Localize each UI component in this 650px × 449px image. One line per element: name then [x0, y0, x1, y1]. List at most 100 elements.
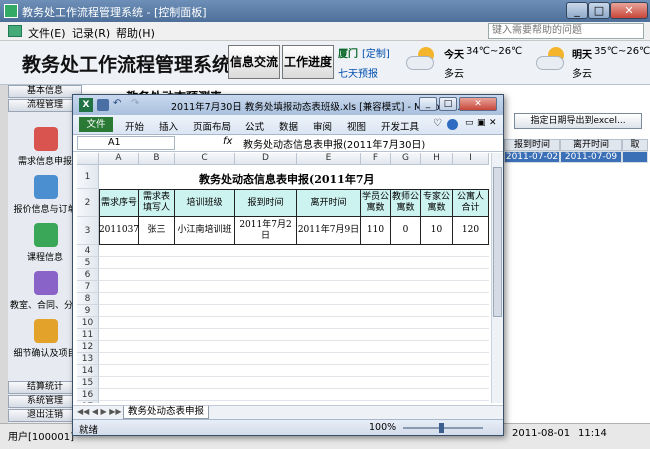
nav-group-basic-info[interactable]: 基本信息 — [8, 85, 82, 98]
close-button[interactable]: ✕ — [610, 2, 648, 19]
table-cell[interactable]: 2011年7月2日 — [235, 217, 297, 245]
nav-group-process[interactable]: 流程管理 — [8, 99, 82, 112]
table-cell[interactable]: 10 — [421, 217, 453, 245]
row-header[interactable]: 16 — [77, 389, 99, 401]
column-header[interactable]: D — [235, 153, 297, 165]
excel-close-button[interactable]: ✕ — [459, 97, 497, 111]
table-cell[interactable]: 110 — [361, 217, 391, 245]
zoom-thumb[interactable] — [439, 423, 444, 433]
row-header[interactable]: 9 — [77, 305, 99, 317]
row-header[interactable]: 14 — [77, 365, 99, 377]
empty-row[interactable] — [99, 257, 489, 269]
maximize-button[interactable]: □ — [588, 2, 610, 19]
row-header[interactable]: 11 — [77, 329, 99, 341]
vertical-scrollbar[interactable] — [491, 153, 503, 403]
table-cell[interactable]: 2011037 — [99, 217, 139, 245]
column-header[interactable]: G — [391, 153, 421, 165]
table-cell[interactable]: 2011-07-02 — [504, 151, 560, 163]
nav-group-system[interactable]: 系统管理 — [8, 395, 82, 408]
menu-file[interactable]: 文件(E) — [28, 25, 66, 41]
tab-insert[interactable]: 插入 — [159, 119, 178, 133]
table-cell[interactable]: 120 — [453, 217, 489, 245]
ribbon-minimize-icon[interactable]: ▭ — [465, 118, 474, 128]
tab-file[interactable]: 文件 — [79, 117, 113, 132]
spreadsheet-grid[interactable]: ABCDEFGHI123456789101112131415161718教务处动… — [77, 153, 493, 403]
sheet-tab[interactable]: 教务处动态表申报 — [123, 406, 210, 419]
row-header[interactable]: 3 — [77, 217, 99, 245]
row-header[interactable]: 4 — [77, 245, 99, 257]
empty-row[interactable] — [99, 269, 489, 281]
row-header[interactable]: 1 — [77, 165, 99, 189]
column-header[interactable]: E — [297, 153, 361, 165]
ribbon-close-icon[interactable]: ✕ — [489, 118, 497, 128]
row-header[interactable]: 17 — [77, 401, 99, 403]
empty-row[interactable] — [99, 245, 489, 257]
nav-item-quote[interactable]: 报价信息与订单 — [10, 175, 80, 221]
formula-input[interactable]: 教务处动态信息表申报(2011年7月30日) — [243, 136, 425, 151]
table-cell[interactable]: 张三 — [139, 217, 175, 245]
chevron-up-icon[interactable]: ♡ — [433, 118, 442, 129]
empty-row[interactable] — [99, 389, 489, 401]
name-box[interactable]: A1 — [77, 136, 175, 150]
menu-help[interactable]: 帮助(H) — [116, 25, 155, 41]
empty-row[interactable] — [99, 281, 489, 293]
fx-icon[interactable]: fx — [223, 136, 232, 147]
table-header-cell[interactable]: 需求表填写人 — [139, 189, 175, 217]
row-header[interactable]: 5 — [77, 257, 99, 269]
column-header[interactable]: C — [175, 153, 235, 165]
table-cell[interactable]: 小江南培训班 — [175, 217, 235, 245]
tab-page-layout[interactable]: 页面布局 — [193, 119, 231, 133]
empty-row[interactable] — [99, 341, 489, 353]
table-cell[interactable] — [622, 151, 648, 163]
help-icon[interactable] — [447, 119, 458, 130]
empty-row[interactable] — [99, 353, 489, 365]
undo-icon[interactable]: ↶ — [113, 98, 121, 109]
info-exchange-button[interactable]: 信息交流 — [228, 45, 280, 79]
column-header[interactable]: F — [361, 153, 391, 165]
work-progress-button[interactable]: 工作进度 — [282, 45, 334, 79]
column-header[interactable]: 取 — [622, 139, 648, 151]
table-header-cell[interactable]: 学员公寓数 — [361, 189, 391, 217]
table-header-cell[interactable]: 专家公寓数 — [421, 189, 453, 217]
nav-item-details[interactable]: 细节确认及项目 — [10, 319, 80, 365]
nav-item-classroom[interactable]: 教室、合同、分配 — [10, 271, 80, 317]
redo-icon[interactable]: ↷ — [131, 98, 139, 109]
empty-row[interactable] — [99, 401, 489, 403]
sheet-nav-icon[interactable]: ◀◀ ◀ ▶ ▶▶ — [77, 407, 122, 416]
nav-group-logout[interactable]: 退出注销 — [8, 409, 82, 422]
table-header-cell[interactable]: 培训班级 — [175, 189, 235, 217]
excel-minimize-button[interactable]: _ — [419, 97, 437, 111]
empty-row[interactable] — [99, 377, 489, 389]
column-header[interactable]: B — [139, 153, 175, 165]
tab-data[interactable]: 数据 — [279, 119, 298, 133]
help-search-input[interactable]: 键入需要帮助的问题 — [488, 23, 644, 39]
table-cell[interactable]: 0 — [391, 217, 421, 245]
table-cell[interactable]: 2011年7月9日 — [297, 217, 361, 245]
row-header[interactable]: 15 — [77, 377, 99, 389]
save-icon[interactable] — [97, 99, 109, 111]
ribbon-restore-icon[interactable]: ▣ — [477, 118, 486, 128]
tab-formulas[interactable]: 公式 — [245, 119, 264, 133]
table-header-cell[interactable]: 需求序号 — [99, 189, 139, 217]
column-header[interactable]: I — [453, 153, 489, 165]
empty-row[interactable] — [99, 317, 489, 329]
excel-maximize-button[interactable]: □ — [439, 97, 457, 111]
column-header[interactable]: 离开时间 — [560, 139, 622, 151]
empty-row[interactable] — [99, 329, 489, 341]
table-cell[interactable]: 2011-07-09 — [560, 151, 622, 163]
row-header[interactable]: 13 — [77, 353, 99, 365]
table-header-cell[interactable]: 公寓人合计 — [453, 189, 489, 217]
row-header[interactable]: 2 — [77, 189, 99, 217]
row-header[interactable]: 7 — [77, 281, 99, 293]
customize-link[interactable]: [定制] — [362, 45, 390, 60]
row-header[interactable]: 6 — [77, 269, 99, 281]
table-header-cell[interactable]: 教师公寓数 — [391, 189, 421, 217]
seven-day-forecast-link[interactable]: 七天预报 — [338, 65, 378, 80]
empty-row[interactable] — [99, 365, 489, 377]
scroll-thumb[interactable] — [493, 167, 502, 317]
tab-home[interactable]: 开始 — [125, 119, 144, 133]
select-all-corner[interactable] — [77, 153, 99, 165]
tab-view[interactable]: 视图 — [347, 119, 366, 133]
zoom-level[interactable]: 100% — [369, 422, 396, 433]
table-header-cell[interactable]: 离开时间 — [297, 189, 361, 217]
